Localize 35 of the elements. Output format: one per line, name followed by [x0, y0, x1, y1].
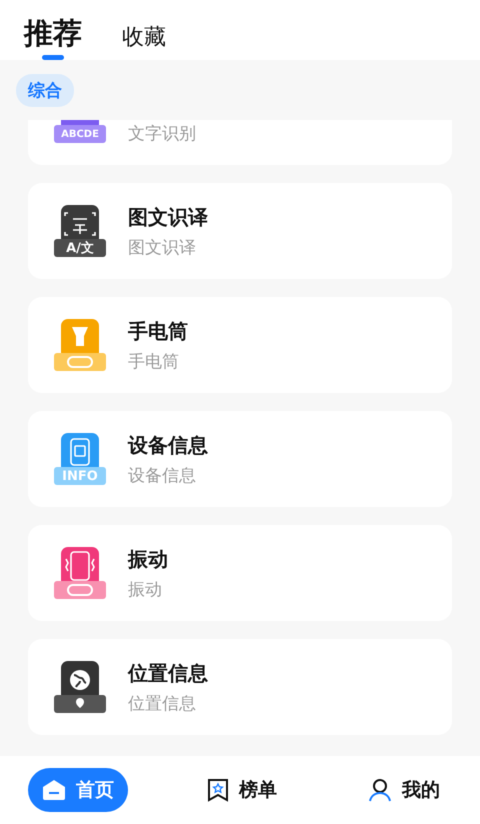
tool-subtitle: 设备信息	[128, 464, 197, 486]
pin-icon	[54, 695, 106, 713]
tool-card[interactable]: 振动 振动	[28, 525, 452, 621]
tool-subtitle: 图文识译	[128, 236, 197, 258]
toggle-icon	[54, 353, 106, 371]
icon-label: ABCDE	[54, 125, 106, 143]
phone-vibrate-icon	[61, 547, 99, 581]
tool-subtitle: 振动	[128, 578, 163, 600]
nav-item[interactable]: 首页	[28, 768, 128, 812]
tool-title: 图文识译	[128, 204, 208, 230]
globe-icon	[61, 661, 99, 695]
icon-label: INFO	[54, 467, 106, 485]
tool-subtitle: 文字识别	[128, 122, 196, 144]
flashlight-icon	[61, 319, 99, 353]
tool-card[interactable]: 手电筒 手电筒	[28, 297, 452, 393]
scan-frame-icon	[61, 205, 99, 239]
tool-title: 手电筒	[128, 318, 188, 344]
nav-item[interactable]: 我的	[356, 768, 452, 812]
tool-subtitle: 位置信息	[128, 692, 197, 714]
tool-title: 位置信息	[128, 660, 208, 686]
phone-icon	[61, 433, 99, 467]
user-icon	[368, 778, 392, 802]
nav-item[interactable]: 榜单	[195, 768, 289, 812]
tab[interactable]: 推荐	[24, 18, 82, 60]
tab[interactable]: 收藏	[122, 26, 166, 60]
toggle-icon	[54, 581, 106, 599]
tool-card[interactable]: 位置信息 位置信息	[28, 639, 452, 735]
tool-title: 设备信息	[128, 432, 208, 458]
tool-card[interactable]: A/文 图文识译 图文识译	[28, 183, 452, 279]
tool-title: 振动	[128, 546, 168, 572]
bookmark-star-icon	[207, 778, 229, 802]
tool-card[interactable]: INFO 设备信息 设备信息	[28, 411, 452, 507]
icon-label: A/文	[54, 239, 106, 257]
tool-subtitle: 手电筒	[128, 350, 180, 372]
home-icon	[42, 779, 66, 801]
